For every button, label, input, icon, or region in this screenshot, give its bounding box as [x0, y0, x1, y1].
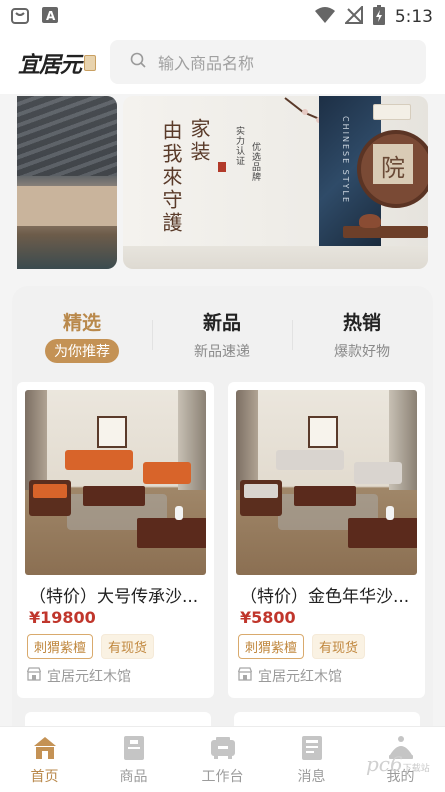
- tabbar-label: 工作台: [201, 769, 244, 785]
- coffee-table: [83, 486, 145, 506]
- banner-prev-slide[interactable]: [17, 96, 117, 269]
- bag-icon: [10, 5, 30, 29]
- shop-link[interactable]: 宜居元红木馆: [237, 666, 342, 686]
- tabbar-label: 消息: [297, 769, 326, 785]
- product-image: [25, 390, 206, 575]
- banner-title-main: 家装: [187, 118, 211, 164]
- sofa: [65, 450, 133, 470]
- watermark-logo: pc6下载站: [366, 752, 430, 776]
- teapot-image: [359, 214, 381, 228]
- app-logo[interactable]: 宜居元: [18, 48, 97, 78]
- product-price: ¥5800: [240, 608, 296, 627]
- tea-table-image: [343, 226, 428, 238]
- sofa: [354, 462, 402, 484]
- no-signal-icon: [343, 4, 363, 28]
- vase: [386, 506, 394, 520]
- sofa: [276, 450, 344, 470]
- shop-icon: [237, 667, 253, 685]
- cushion: [33, 484, 67, 498]
- status-bar: A 5:13: [0, 0, 445, 32]
- product-title: （特价）金色年华沙...: [240, 587, 410, 607]
- tag-stock: 有现货: [312, 634, 366, 659]
- banner-slogan-2: 优选品牌: [250, 142, 260, 182]
- goods-icon: [89, 735, 178, 761]
- tab-featured[interactable]: 精选 为你推荐: [12, 308, 152, 363]
- search-icon: [110, 52, 146, 72]
- clock: 5:13: [394, 7, 433, 27]
- banner-panel-text: CHINESE STYLE: [341, 116, 350, 205]
- tab-hot[interactable]: 热销 爆款好物: [292, 308, 432, 361]
- lamp-image: [373, 104, 411, 120]
- tabbar-goods[interactable]: 商品: [89, 735, 178, 786]
- workbench-icon: [178, 735, 267, 761]
- watermark-sub: 下载站: [402, 764, 430, 774]
- shop-name: 宜居元红木馆: [258, 669, 342, 685]
- tea-table: [348, 518, 417, 548]
- tabbar-home[interactable]: 首页: [0, 735, 89, 786]
- vase: [175, 506, 183, 520]
- logo-text: 宜居元: [18, 52, 82, 78]
- tab-new[interactable]: 新品 新品速递: [152, 308, 292, 361]
- wall-painting: [97, 416, 127, 448]
- watermark-text: pc6: [366, 752, 403, 776]
- tab-subtitle: 爆款好物: [334, 344, 390, 360]
- wall-painting: [308, 416, 338, 448]
- product-title: （特价）大号传承沙...: [29, 587, 199, 607]
- search-placeholder: 输入商品名称: [158, 54, 255, 73]
- tabbar-workbench[interactable]: 工作台: [178, 735, 267, 786]
- shop-name: 宜居元红木馆: [47, 669, 131, 685]
- coffee-table: [294, 486, 356, 506]
- product-tags: 刺猬紫檀 有现货: [27, 634, 155, 659]
- roof-tiles-image: [17, 96, 117, 176]
- wall-image: [17, 186, 117, 226]
- tab-subtitle: 新品速递: [194, 344, 250, 360]
- product-card-next[interactable]: [25, 712, 211, 726]
- banner-title-sub: 由我來守護: [159, 120, 183, 235]
- product-price: ¥19800: [29, 608, 96, 627]
- tabbar-label: 商品: [119, 769, 148, 785]
- text-a-icon: A: [42, 7, 58, 27]
- banner-seal-char: 院: [381, 154, 405, 182]
- banner-current-slide[interactable]: 家装 由我來守護 实力认证 优选品牌 CHINESE STYLE 院: [123, 96, 428, 269]
- wifi-icon: [314, 6, 335, 28]
- tab-title: 精选: [62, 312, 101, 334]
- banner-base: [123, 246, 428, 269]
- product-image: [236, 390, 417, 575]
- svg-text:A: A: [46, 9, 56, 23]
- product-card-next[interactable]: [234, 712, 420, 726]
- product-card[interactable]: （特价）大号传承沙... ¥19800 刺猬紫檀 有现货 宜居元红木馆: [17, 382, 214, 698]
- shop-link[interactable]: 宜居元红木馆: [26, 666, 131, 686]
- tea-table: [137, 518, 206, 548]
- tag-stock: 有现货: [101, 634, 155, 659]
- battery-charging-icon: [372, 5, 385, 29]
- logo-seal-icon: [84, 55, 97, 71]
- product-tags: 刺猬紫檀 有现货: [238, 634, 366, 659]
- home-icon: [0, 735, 89, 761]
- red-seal-icon: [218, 162, 226, 172]
- sofa: [143, 462, 191, 484]
- search-input[interactable]: 输入商品名称: [110, 40, 426, 84]
- shop-icon: [26, 667, 42, 685]
- category-tabs: 精选 为你推荐 新品 新品速递 热销 爆款好物: [12, 290, 433, 370]
- cushion: [244, 484, 278, 498]
- banner-carousel[interactable]: 家装 由我來守護 实力认证 优选品牌 CHINESE STYLE 院: [17, 96, 428, 269]
- product-card[interactable]: （特价）金色年华沙... ¥5800 刺猬紫檀 有现货 宜居元红木馆: [228, 382, 425, 698]
- curtain: [236, 390, 258, 490]
- message-icon: [267, 735, 356, 761]
- tab-title: 热销: [342, 312, 381, 334]
- tab-subtitle: 为你推荐: [45, 339, 119, 363]
- tag-material: 刺猬紫檀: [238, 634, 305, 659]
- tabbar-label: 首页: [30, 769, 59, 785]
- tabbar-messages[interactable]: 消息: [267, 735, 356, 786]
- curtain: [25, 390, 47, 490]
- banner-slogan-1: 实力认证: [234, 126, 244, 166]
- app-header: 宜居元 输入商品名称: [0, 32, 445, 94]
- tag-material: 刺猬紫檀: [27, 634, 94, 659]
- tab-title: 新品: [202, 312, 241, 334]
